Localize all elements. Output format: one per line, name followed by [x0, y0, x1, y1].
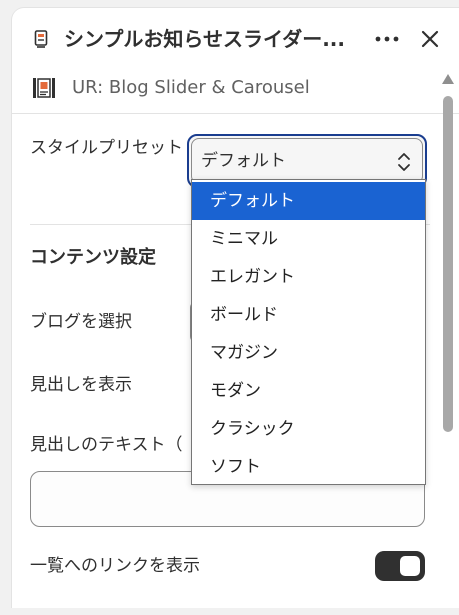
dropdown-option[interactable]: デフォルト: [192, 182, 425, 220]
scroll-up-arrow-icon[interactable]: [441, 72, 455, 86]
close-button[interactable]: [415, 24, 445, 54]
show-list-link-toggle[interactable]: [375, 551, 425, 581]
dropdown-option[interactable]: ミニマル: [192, 220, 425, 258]
show-heading-label: 見出しを表示: [30, 375, 132, 395]
dropdown-option[interactable]: クラシック: [192, 410, 425, 448]
dropdown-option[interactable]: ソフト: [192, 448, 425, 486]
panel-scrollbar[interactable]: [437, 70, 459, 610]
show-list-link-label: 一覧へのリンクを表示: [30, 556, 200, 576]
app-source-row: UR: Blog Slider & Carousel: [12, 74, 459, 114]
dropdown-option[interactable]: モダン: [192, 372, 425, 410]
dropdown-option[interactable]: ボールド: [192, 296, 425, 334]
style-preset-label: スタイルプリセット: [30, 138, 183, 158]
style-preset-dropdown-list: デフォルト ミニマル エレガント ボールド マガジン モダン クラシック ソフト: [191, 179, 426, 485]
style-preset-value: デフォルト: [201, 151, 286, 171]
heading-text-label: 見出しのテキスト（: [30, 435, 183, 455]
dropdown-option[interactable]: マガジン: [192, 334, 425, 372]
toggle-knob: [400, 556, 420, 576]
dropdown-option[interactable]: エレガント: [192, 258, 425, 296]
panel-title: シンプルお知らせスライダー...: [64, 27, 345, 51]
scrollbar-thumb[interactable]: [443, 96, 453, 432]
panel-header: シンプルお知らせスライダー...: [12, 8, 459, 74]
more-horizontal-icon: [375, 36, 399, 42]
select-blog-label: ブログを選択: [30, 312, 132, 332]
more-actions-button[interactable]: [372, 24, 402, 54]
film-strip-icon: [33, 78, 55, 98]
close-icon: [421, 30, 439, 48]
app-source-label: UR: Blog Slider & Carousel: [72, 77, 310, 98]
chevron-up-down-icon: [398, 153, 410, 171]
receipt-icon: [34, 30, 48, 48]
content-section-title: コンテンツ設定: [30, 247, 156, 268]
